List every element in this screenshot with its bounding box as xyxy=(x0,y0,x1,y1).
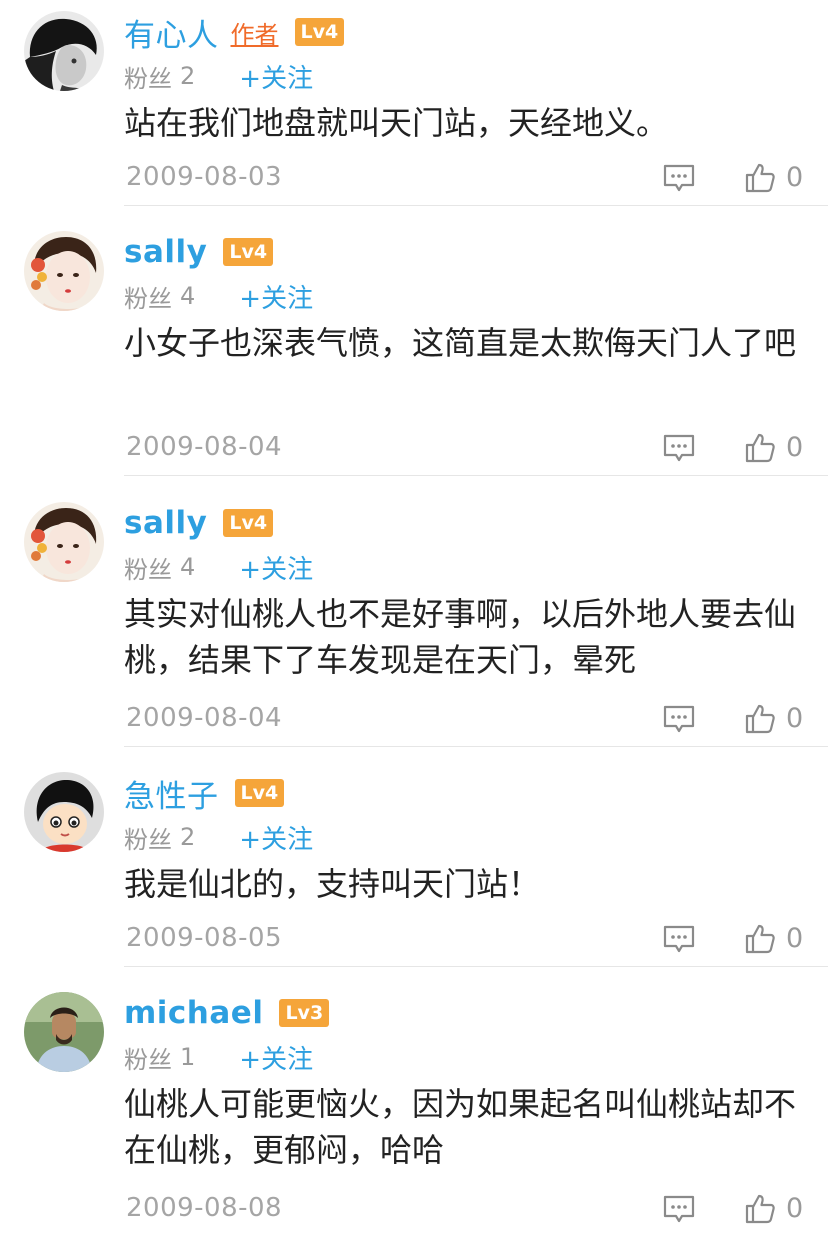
comment-text: 其实对仙桃人也不是好事啊，以后外地人要去仙桃，结果下了车发现是在天门，晕死 xyxy=(124,595,797,679)
user-info-row: sally Lv4 xyxy=(124,230,274,274)
level-badge: Lv4 xyxy=(294,18,345,46)
thumbs-up-icon[interactable] xyxy=(744,1193,776,1225)
avatar[interactable] xyxy=(24,11,104,91)
level-badge: Lv3 xyxy=(279,999,330,1027)
reply-icon[interactable] xyxy=(662,1195,696,1225)
username[interactable]: sally xyxy=(124,505,207,541)
fans-count: 4 xyxy=(180,553,196,581)
fans-label: 粉丝 xyxy=(124,825,172,854)
comment-text: 小女子也深表气愤，这简直是太欺侮天门人了吧 xyxy=(124,324,797,362)
like-count: 0 xyxy=(786,1193,804,1224)
divider xyxy=(124,966,828,967)
fans-count: 4 xyxy=(180,282,196,310)
user-info-row: 急性子 Lv4 xyxy=(124,771,285,816)
fans-follow-row: 粉丝 1 +关注 xyxy=(124,1039,313,1075)
comment-item: 急性子 Lv4 粉丝 2 +关注 我是仙北的，支持叫天门站！ 2009-08-0… xyxy=(0,761,828,967)
like-count: 0 xyxy=(786,703,804,734)
thumbs-up-icon[interactable] xyxy=(744,162,776,194)
user-info-row: 有心人 作者 Lv4 xyxy=(124,10,345,55)
comment-date: 2009-08-08 xyxy=(126,1193,283,1223)
user-info-row: michael Lv3 xyxy=(124,991,330,1035)
user-info-row: sally Lv4 xyxy=(124,501,274,545)
reply-icon[interactable] xyxy=(662,164,696,194)
thumbs-up-icon[interactable] xyxy=(744,923,776,955)
fans-label: 粉丝 xyxy=(124,284,172,313)
comment-text: 仙桃人可能更恼火，因为如果起名叫仙桃站却不在仙桃，更郁闷，哈哈 xyxy=(124,1085,797,1169)
fans-count: 1 xyxy=(180,1043,196,1071)
avatar[interactable] xyxy=(24,231,104,311)
illustrated-girl-avatar xyxy=(24,502,104,582)
divider xyxy=(124,746,828,747)
username[interactable]: sally xyxy=(124,234,207,270)
fans-label: 粉丝 xyxy=(124,64,172,93)
comment-date: 2009-08-04 xyxy=(126,432,283,462)
fans-follow-row: 粉丝 2 +关注 xyxy=(124,58,313,94)
divider xyxy=(124,205,828,206)
divider xyxy=(124,475,828,476)
fans-count: 2 xyxy=(180,62,196,90)
comment-text: 我是仙北的，支持叫天门站！ xyxy=(124,865,541,903)
level-badge: Lv4 xyxy=(223,509,274,537)
username[interactable]: 有心人 xyxy=(124,10,219,55)
author-tag: 作者 xyxy=(230,20,279,49)
avatar[interactable] xyxy=(24,992,104,1072)
follow-button[interactable]: +关注 xyxy=(239,1039,313,1076)
username[interactable]: michael xyxy=(124,995,263,1031)
grayscale-portrait-avatar xyxy=(24,11,104,91)
like-count: 0 xyxy=(786,432,804,463)
level-badge: Lv4 xyxy=(223,238,274,266)
fans-count: 2 xyxy=(180,823,196,851)
follow-button[interactable]: +关注 xyxy=(239,278,313,315)
reply-icon[interactable] xyxy=(662,434,696,464)
avatar[interactable] xyxy=(24,772,104,852)
fans-follow-row: 粉丝 4 +关注 xyxy=(124,278,313,314)
comment-item: michael Lv3 粉丝 1 +关注 仙桃人可能更恼火，因为如果起名叫仙桃站… xyxy=(0,981,828,1240)
cartoon-boy-avatar xyxy=(24,772,104,852)
comment-date: 2009-08-04 xyxy=(126,703,283,733)
comment-text: 站在我们地盘就叫天门站，天经地义。 xyxy=(124,104,669,142)
reply-icon[interactable] xyxy=(662,705,696,735)
fans-follow-row: 粉丝 4 +关注 xyxy=(124,549,313,585)
fans-label: 粉丝 xyxy=(124,1045,172,1074)
thumbs-up-icon[interactable] xyxy=(744,432,776,464)
fans-follow-row: 粉丝 2 +关注 xyxy=(124,819,313,855)
like-count: 0 xyxy=(786,162,804,193)
thumbs-up-icon[interactable] xyxy=(744,703,776,735)
comment-item: sally Lv4 粉丝 4 +关注 其实对仙桃人也不是好事啊，以后外地人要去仙… xyxy=(0,491,828,747)
fans-label: 粉丝 xyxy=(124,555,172,584)
avatar[interactable] xyxy=(24,502,104,582)
outdoor-man-avatar xyxy=(24,992,104,1072)
comment-date: 2009-08-03 xyxy=(126,162,283,192)
reply-icon[interactable] xyxy=(662,925,696,955)
illustrated-girl-avatar xyxy=(24,231,104,311)
like-count: 0 xyxy=(786,923,804,954)
level-badge: Lv4 xyxy=(234,779,285,807)
follow-button[interactable]: +关注 xyxy=(239,549,313,586)
follow-button[interactable]: +关注 xyxy=(239,58,313,95)
comment-date: 2009-08-05 xyxy=(126,923,283,953)
username[interactable]: 急性子 xyxy=(124,771,219,816)
comment-item: sally Lv4 粉丝 4 +关注 小女子也深表气愤，这简直是太欺侮天门人了吧… xyxy=(0,220,828,476)
follow-button[interactable]: +关注 xyxy=(239,819,313,856)
comment-item: 有心人 作者 Lv4 粉丝 2 +关注 站在我们地盘就叫天门站，天经地义。 20… xyxy=(0,0,828,206)
